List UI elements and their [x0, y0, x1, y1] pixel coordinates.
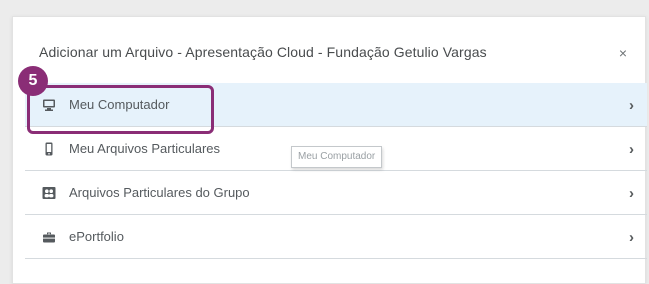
chevron-right-icon: › — [629, 229, 634, 246]
close-button[interactable]: × — [611, 41, 635, 65]
phone-icon — [45, 142, 53, 156]
option-label: Meu Computador — [69, 97, 170, 112]
hover-tooltip: Meu Computador — [291, 146, 383, 168]
chevron-right-icon: › — [629, 185, 634, 202]
group-files-icon — [42, 187, 56, 199]
option-eportfolio[interactable]: ePortfolio › — [25, 215, 647, 259]
step-number-badge: 5 — [18, 66, 48, 96]
dialog-title: Adicionar um Arquivo - Apresentação Clou… — [39, 44, 487, 60]
chevron-right-icon: › — [629, 141, 634, 158]
briefcase-icon — [43, 232, 55, 243]
option-arquivos-particulares-grupo[interactable]: Arquivos Particulares do Grupo › — [25, 171, 647, 215]
option-label: ePortfolio — [69, 229, 124, 244]
chevron-right-icon: › — [629, 97, 634, 114]
option-meu-computador[interactable]: Meu Computador › — [25, 83, 647, 127]
computer-icon — [43, 99, 55, 111]
option-label: Meu Arquivos Particulares — [69, 141, 221, 156]
option-label: Arquivos Particulares do Grupo — [69, 185, 250, 200]
source-options-list: Meu Computador › Meu Arquivos Particular… — [25, 83, 647, 259]
